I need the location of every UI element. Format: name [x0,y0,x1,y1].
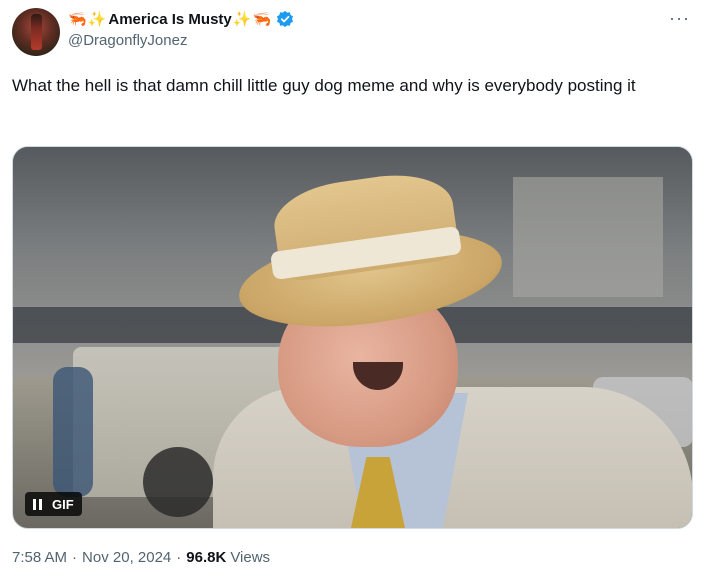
footer-separator: · [72,549,78,566]
views-label[interactable]: Views [230,549,270,566]
tweet[interactable]: 🦐 ✨ America Is Musty ✨ 🦐 @DragonflyJonez… [0,0,710,577]
shrimp-icon: 🦐 [252,9,272,28]
sparkles-icon: ✨ [232,9,252,28]
more-options-icon[interactable]: ··· [669,8,690,29]
avatar[interactable] [12,8,60,56]
tweet-date[interactable]: Nov 20, 2024 [82,549,171,566]
gif-badge-label: GIF [52,496,74,512]
pause-icon [33,498,42,510]
background-wheel [143,447,213,517]
tweet-text: What the hell is that damn chill little … [12,76,636,95]
tweet-header: 🦐 ✨ America Is Musty ✨ 🦐 @DragonflyJonez [68,8,648,52]
footer-separator: · [176,549,182,566]
gif-pause-button[interactable]: GIF [25,492,82,516]
sparkles-icon: ✨ [87,9,107,28]
background-person [53,367,93,497]
verified-badge-icon[interactable] [276,10,294,28]
background-window [513,177,663,297]
tweet-media-gif[interactable]: GIF [12,146,693,529]
name-row[interactable]: 🦐 ✨ America Is Musty ✨ 🦐 [68,8,648,30]
display-name[interactable]: America Is Musty [108,11,231,28]
views-count[interactable]: 96.8K [186,549,226,566]
user-handle[interactable]: @DragonflyJonez [68,32,648,49]
shrimp-icon: 🦐 [68,9,87,28]
tweet-footer: 7:58 AM · Nov 20, 2024 · 96.8K Views [12,549,270,566]
tweet-time[interactable]: 7:58 AM [12,549,67,566]
avatar-bottle-image [31,14,42,50]
